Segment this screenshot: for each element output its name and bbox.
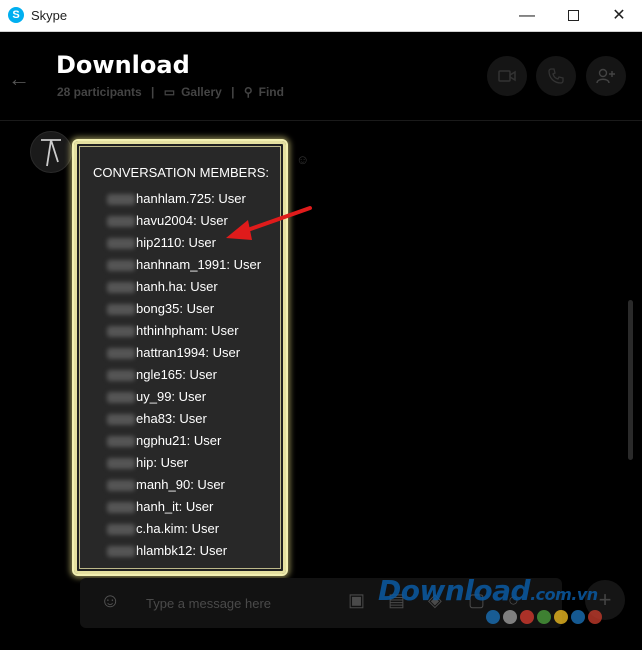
member-item: manh_90: User xyxy=(107,477,225,497)
member-item: ngphu21: User xyxy=(107,433,221,453)
member-item: uy_99: User xyxy=(107,389,206,409)
message-input[interactable] xyxy=(144,591,288,615)
blurred-name xyxy=(107,238,135,250)
close-button[interactable]: ✕ xyxy=(596,0,642,31)
blurred-name xyxy=(107,414,135,426)
member-item: hlambk12: User xyxy=(107,543,227,563)
scrollbar[interactable] xyxy=(628,300,633,460)
search-icon: ⚲ xyxy=(243,85,253,99)
blurred-name xyxy=(107,458,135,470)
member-item: hthinhpham: User xyxy=(107,323,239,343)
add-person-icon xyxy=(596,68,615,83)
back-arrow-icon[interactable]: ← xyxy=(8,66,30,92)
watermark-dot xyxy=(588,610,602,624)
red-arrow-annotation xyxy=(226,206,312,240)
avatar-image xyxy=(41,139,61,167)
member-item: ngle165: User xyxy=(107,367,217,387)
member-item: hanhnam_1991: User xyxy=(107,257,261,277)
audio-call-button[interactable] xyxy=(536,56,576,96)
plus-icon: + xyxy=(598,587,612,612)
download-watermark: Download.com.vn xyxy=(378,574,598,607)
watermark-dot xyxy=(520,610,534,624)
members-title: CONVERSATION MEMBERS: xyxy=(93,165,270,180)
gallery-link[interactable]: Gallery xyxy=(181,85,222,99)
blurred-name xyxy=(107,546,135,558)
blurred-name xyxy=(107,216,135,228)
phone-icon xyxy=(548,68,564,84)
add-people-button[interactable] xyxy=(586,56,626,96)
watermark-dot xyxy=(486,610,500,624)
member-item: hip: User xyxy=(107,455,188,475)
window-title: Skype xyxy=(31,8,68,23)
watermark-dot xyxy=(503,610,517,624)
minimize-button[interactable]: — xyxy=(504,0,550,31)
video-camera-icon xyxy=(498,70,516,82)
blurred-name xyxy=(107,502,135,514)
member-item: hanh_it: User xyxy=(107,499,213,519)
watermark-dot xyxy=(537,610,551,624)
watermark-dot xyxy=(554,610,568,624)
blurred-name xyxy=(107,194,135,206)
emoji-icon[interactable]: ☺ xyxy=(100,590,120,613)
blurred-name xyxy=(107,304,135,316)
blurred-name xyxy=(107,260,135,272)
member-item: hip2110: User xyxy=(107,235,216,255)
maximize-icon xyxy=(567,10,579,22)
member-item: hanh.ha: User xyxy=(107,279,218,299)
member-item: hattran1994: User xyxy=(107,345,240,365)
blurred-name xyxy=(107,524,135,536)
blurred-name xyxy=(107,392,135,404)
separator: | xyxy=(151,85,155,99)
blurred-name xyxy=(107,480,135,492)
member-item: havu2004: User xyxy=(107,213,228,233)
watermark-dot xyxy=(571,610,585,624)
reaction-icon[interactable]: ☺ xyxy=(296,152,309,167)
blurred-name xyxy=(107,282,135,294)
chat-title: Download xyxy=(56,51,190,79)
chat-meta: 28 participants | ▭ Gallery | ⚲ Find xyxy=(57,85,290,99)
skype-logo-icon: S xyxy=(8,7,24,23)
find-link[interactable]: Find xyxy=(259,85,284,99)
member-item: eha83: User xyxy=(107,411,207,431)
separator: | xyxy=(231,85,235,99)
blurred-name xyxy=(107,436,135,448)
media-gallery-icon[interactable]: ▣ xyxy=(348,590,365,611)
window-titlebar: S Skype — ✕ xyxy=(0,0,642,32)
gallery-icon: ▭ xyxy=(163,85,176,99)
blurred-name xyxy=(107,370,135,382)
participants-link[interactable]: 28 participants xyxy=(57,85,142,99)
sender-avatar[interactable] xyxy=(30,131,72,173)
watermark-dots xyxy=(486,610,605,629)
member-item: c.ha.kim: User xyxy=(107,521,219,541)
maximize-button[interactable] xyxy=(550,0,596,31)
blurred-name xyxy=(107,326,135,338)
video-call-button[interactable] xyxy=(487,56,527,96)
chat-header: ← Download 28 participants | ▭ Gallery | … xyxy=(0,32,642,121)
member-item: bong35: User xyxy=(107,301,214,321)
blurred-name xyxy=(107,348,135,360)
